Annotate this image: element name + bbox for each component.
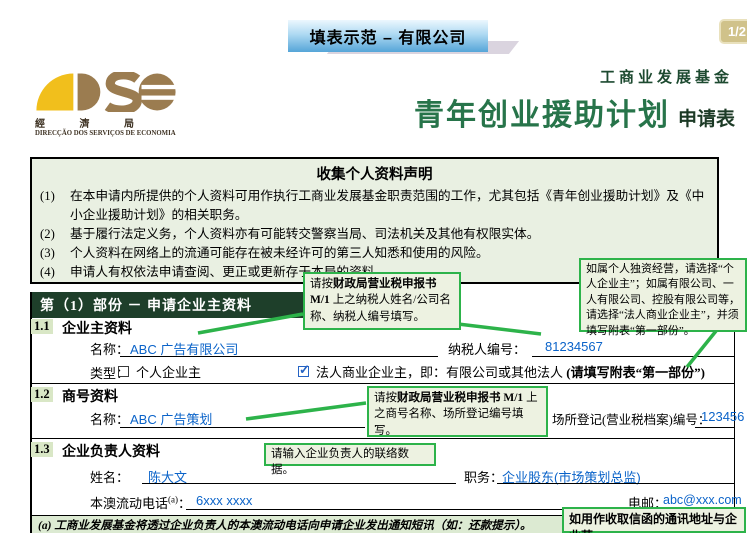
email-value[interactable]: abc@xxx.com: [663, 493, 742, 507]
check-icon: ✓: [299, 362, 310, 378]
declaration-item: (1) 在本申请内所提供的个人资料可用作执行工商业发展基金职责范围的工作，尤其包…: [40, 187, 709, 225]
fund-title: 工商业发展基金: [600, 66, 733, 87]
mobile-phone-value[interactable]: 6xxx xxxx: [196, 493, 252, 508]
page-number-badge: 1/2: [719, 19, 747, 44]
mobile-phone-text: 本澳流动电话: [90, 496, 168, 511]
declaration-title: 收集个人资料声明: [40, 163, 709, 184]
row-divider: [30, 383, 735, 384]
owner-type-option-individual: 个人企业主: [118, 362, 201, 381]
section-1-3-title: 企业负责人资料: [62, 441, 160, 461]
dse-logo-graphic: [35, 72, 177, 112]
declaration-item-text: 基于履行法定义务，个人资料亦有可能转交警察当局、司法机关及其他有权限实体。: [70, 225, 709, 244]
section-1-header-label: 第（1）部份 － 申请企业主资料: [40, 295, 252, 315]
checkbox-individual-owner[interactable]: [118, 366, 129, 377]
declaration-item-number: (3): [40, 244, 70, 263]
corporate-owner-bold-note: (请填写附表“第一部份”): [566, 365, 705, 380]
section-1-2-title: 商号资料: [62, 386, 118, 406]
section-1-3-number: 1.3: [31, 442, 53, 457]
section-1-header-bar: 第（1）部份 － 申请企业主资料: [30, 292, 330, 318]
person-name-label: 姓名：: [90, 467, 129, 486]
note-owner-type-instructions: 如属个人独资经营，请选择“个人企业主”；如属有限公司、一人有限公司、控股有限公司…: [579, 258, 747, 332]
arrow-noteC-to-business-name: [246, 403, 366, 419]
note-mailing-address: 如用作收取信函的通讯地址与企业营: [562, 507, 746, 533]
sample-header-box: 填表示范 – 有限公司: [288, 20, 488, 52]
business-name-underline: [120, 427, 365, 428]
checkbox-corporate-owner[interactable]: ✓: [298, 366, 309, 377]
scheme-title: 青年创业援助计划: [414, 90, 670, 134]
sample-header-label: 填表示范 – 有限公司: [310, 24, 467, 48]
form-page: 填表示范 – 有限公司 1/2 經 濟 局 DIRECÇÃO DOS SERVI…: [0, 0, 747, 533]
form-title-row: 青年创业援助计划 申请表: [414, 90, 735, 134]
premises-registration-value[interactable]: 123456: [701, 409, 744, 424]
corporate-owner-text: 法人商业企业主，即：有限公司或其他法人: [316, 365, 566, 380]
mobile-phone-footnote-marker: (a): [168, 495, 178, 505]
application-form-label: 申请表: [678, 104, 735, 131]
dse-logo: 經 濟 局 DIRECÇÃO DOS SERVIÇOS DE ECONOMIA: [35, 72, 195, 137]
section-1-2-number: 1.2: [31, 387, 53, 402]
note-business-name-instructions: 请按财政局营业税申报书 M/1 上之商号名称、场所登记编号填写。: [367, 386, 548, 437]
taxpayer-number-value[interactable]: 81234567: [545, 339, 603, 354]
arrow-noteA-to-taxid: [458, 324, 541, 334]
logo-chinese-label: 經 濟 局: [35, 115, 195, 130]
section-1-1-number: 1.1: [31, 319, 53, 334]
mobile-phone-label: 本澳流动电话(a)：: [90, 493, 191, 512]
noteC-text: 请按: [374, 392, 397, 404]
premises-registration-underline: [695, 427, 735, 428]
note-taxpayer-instructions: 请按财政局营业税申报书 M/1 上之纳税人姓名/公司名称、纳税人编号填写。: [303, 272, 461, 330]
declaration-item-number: (4): [40, 263, 70, 282]
noteC-bold-text: 财政局营业税申报书 M/1: [397, 392, 523, 404]
mobile-phone-underline: [186, 509, 620, 510]
noteA-text: 请按: [310, 278, 333, 290]
owner-type-option-corporate: ✓ 法人商业企业主，即：有限公司或其他法人 (请填写附表“第一部份”): [298, 362, 705, 381]
premises-registration-label: 场所登记(营业税档案)编号：: [552, 409, 710, 428]
note-contact-instructions: 请输入企业负责人的联络数据。: [264, 443, 436, 466]
footnote-a-text: (a) 工商业发展基金将透过企业负责人的本澳流动电话向申请企业发出通知短讯（如：…: [38, 517, 532, 533]
individual-owner-label: 个人企业主: [136, 362, 201, 381]
taxpayer-number-underline: [532, 356, 735, 357]
business-name-value[interactable]: ABC 广告策划: [130, 409, 212, 428]
section-1-1-title: 企业主资料: [62, 318, 132, 338]
declaration-item: (2) 基于履行法定义务，个人资料亦有可能转交警察当局、司法机关及其他有权限实体…: [40, 225, 709, 244]
declaration-item-number: (2): [40, 225, 70, 244]
noteA-text-cont: 上之纳税人姓名/公司名称、纳税人编号填写。: [310, 294, 451, 322]
page-number-label: 1/2: [728, 24, 746, 39]
taxpayer-number-label: 纳税人编号：: [448, 339, 526, 358]
declaration-item-text: 在本申请内所提供的个人资料可用作执行工商业发展基金职责范围的工作，尤其包括《青年…: [70, 187, 709, 225]
corporate-owner-label: 法人商业企业主，即：有限公司或其他法人 (请填写附表“第一部份”): [316, 362, 705, 381]
position-underline: [497, 483, 735, 484]
person-name-underline: [142, 483, 456, 484]
owner-name-underline: [120, 356, 438, 357]
business-name-label: 名称：: [90, 409, 129, 428]
declaration-item-number: (1): [40, 187, 70, 225]
logo-portuguese-label: DIRECÇÃO DOS SERVIÇOS DE ECONOMIA: [35, 130, 195, 137]
